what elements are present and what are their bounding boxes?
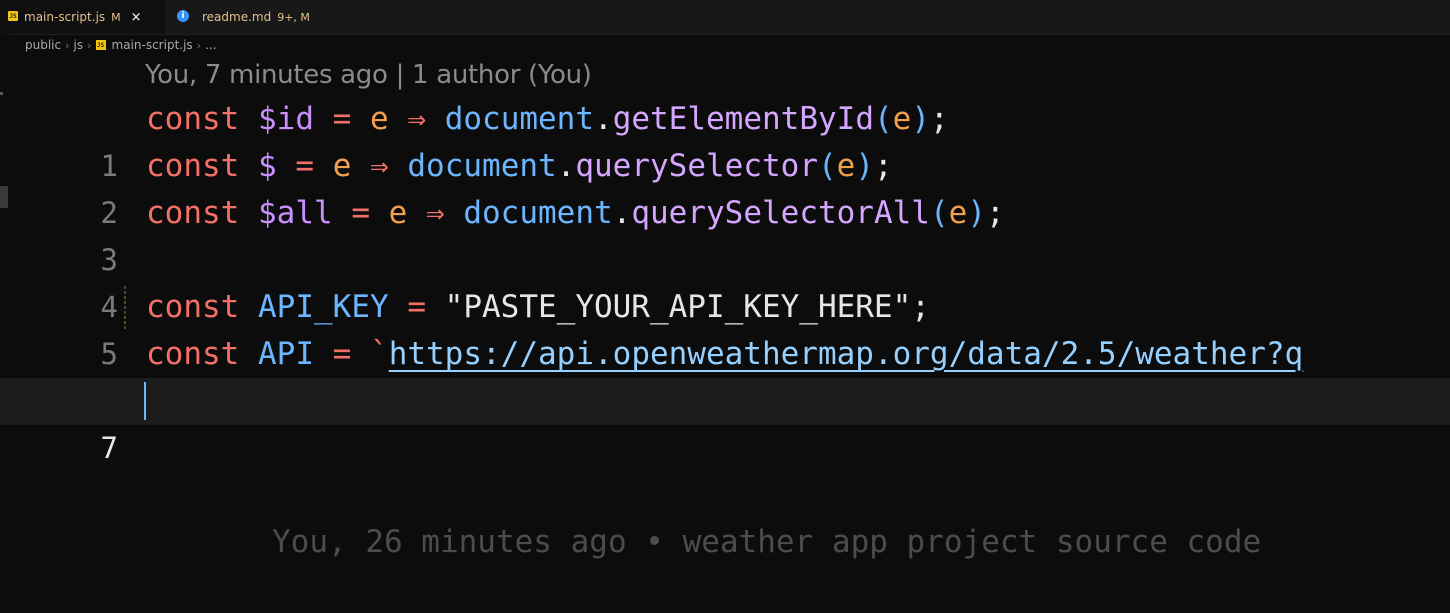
token-function: querySelectorAll [631, 195, 930, 231]
token-keyword: const [146, 289, 240, 325]
tab-bar: JS main-script.js M × i readme.md 9+, M [0, 0, 1450, 35]
breadcrumb-item-js[interactable]: js [74, 38, 84, 52]
token-operator: = [407, 289, 426, 325]
token-parameter: e [370, 101, 389, 137]
text-cursor [144, 382, 146, 420]
chevron-right-icon: › [196, 38, 202, 52]
token-keyword: const [146, 336, 240, 372]
token-backtick: ` [370, 336, 389, 372]
token-arrow: ⇒ [407, 101, 427, 137]
token-operator: = [351, 195, 370, 231]
token-variable: $ [258, 148, 277, 184]
code-content: const API_KEY = "PASTE_YOUR_API_KEY_HERE… [146, 284, 930, 331]
edge-marker [0, 92, 3, 95]
token-argument: e [836, 148, 856, 184]
code-content: const $ = e ⇒ document.querySelector(e); [146, 143, 893, 190]
token-operator: = [332, 101, 352, 137]
breadcrumb-item-symbols[interactable]: ... [205, 38, 216, 52]
token-arrow: ⇒ [370, 148, 389, 184]
breadcrumb-item-public[interactable]: public [25, 38, 61, 52]
codelens-blame[interactable]: You, 7 minutes ago | 1 author (You) [145, 60, 592, 90]
token-semicolon: ; [874, 148, 893, 184]
modified-badge: 9+, M [277, 10, 310, 24]
code-content: const $id = e ⇒ document.getElementById(… [146, 96, 949, 143]
modified-gutter-marker [124, 286, 126, 330]
token-paren: ( [929, 195, 949, 231]
token-constant: API [258, 336, 314, 372]
tab-label: main-script.js [24, 10, 106, 24]
token-variable: $all [258, 195, 333, 231]
token-keyword: const [146, 101, 240, 137]
code-line: 3 const $all = e ⇒ document.querySelecto… [0, 190, 1450, 277]
token-object: document [407, 148, 557, 184]
token-semicolon: ; [985, 195, 1005, 231]
tab-main-script[interactable]: JS main-script.js M × [0, 0, 165, 34]
token-operator: = [332, 336, 352, 372]
token-operator: = [295, 148, 315, 184]
code-editor[interactable]: 1 const $id = e ⇒ document.getElementByI… [0, 96, 1450, 560]
current-line: 7 You, 26 minutes ago • weather app proj… [0, 378, 1450, 560]
token-paren: ( [818, 148, 837, 184]
token-semicolon: ; [930, 101, 949, 137]
token-string: "PASTE_YOUR_API_KEY_HERE" [444, 289, 912, 325]
token-argument: e [892, 101, 912, 137]
token-function: querySelector [575, 148, 818, 184]
chevron-right-icon: › [87, 38, 92, 52]
chevron-right-icon: › [65, 38, 70, 52]
code-content: const $all = e ⇒ document.querySelectorA… [146, 190, 1005, 237]
token-paren: ( [873, 101, 893, 137]
token-paren: ) [967, 195, 986, 231]
token-keyword: const [146, 195, 240, 231]
code-line: 1 const $id = e ⇒ document.getElementByI… [0, 96, 1450, 183]
info-file-icon: i [177, 10, 189, 22]
tab-label: readme.md [202, 10, 272, 24]
token-semicolon: ; [911, 289, 930, 325]
token-arrow: ⇒ [426, 195, 445, 231]
code-line: 4 [0, 237, 1450, 324]
token-parameter: e [388, 195, 408, 231]
breadcrumb-item-file[interactable]: main-script.js [112, 38, 193, 52]
javascript-file-icon: JS [95, 40, 106, 50]
token-constant: API_KEY [258, 289, 389, 325]
token-paren: ) [855, 148, 875, 184]
token-paren: ) [911, 101, 930, 137]
code-line: 2 const $ = e ⇒ document.querySelector(e… [0, 143, 1450, 230]
token-object: document [444, 101, 595, 137]
breadcrumb: public › js › JS main-script.js › ... [25, 36, 217, 54]
line-number: 7 [100, 431, 118, 465]
token-parameter: e [332, 148, 352, 184]
modified-badge: M [111, 10, 121, 24]
javascript-file-icon: JS [8, 11, 18, 21]
code-line: 5 const API_KEY = "PASTE_YOUR_API_KEY_HE… [0, 284, 1450, 371]
token-keyword: const [146, 148, 240, 184]
token-object: document [463, 195, 613, 231]
token-url-link[interactable]: https://api.openweathermap.org/data/2.5/… [389, 336, 1304, 372]
token-function: getElementById [612, 101, 874, 137]
token-variable: $id [258, 101, 314, 137]
code-line: 6 const API = `https://api.openweatherma… [0, 331, 1450, 418]
tab-readme[interactable]: i readme.md 9+, M [165, 0, 363, 34]
token-dot: . [556, 148, 576, 184]
token-dot: . [612, 195, 632, 231]
token-dot: . [594, 101, 613, 137]
close-icon[interactable]: × [131, 10, 142, 25]
code-content: const API = `https://api.openweathermap.… [146, 331, 1303, 378]
inline-blame: You, 26 minutes ago • weather app projec… [272, 524, 1262, 560]
token-argument: e [948, 195, 968, 231]
